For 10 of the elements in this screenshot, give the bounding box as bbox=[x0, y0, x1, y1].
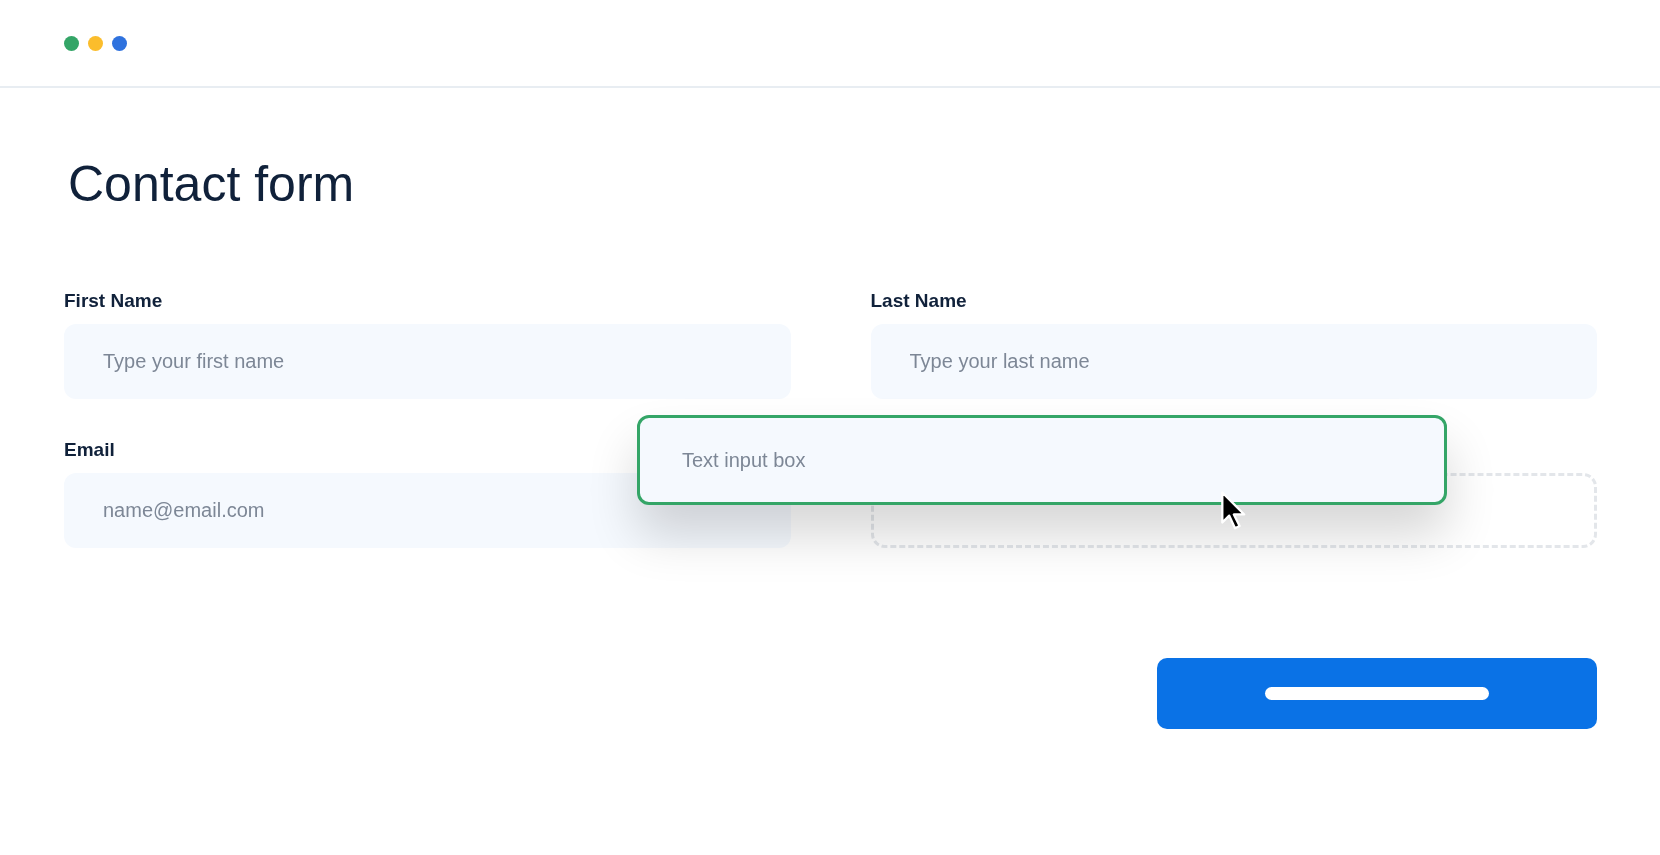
input-field[interactable]: Text input box bbox=[637, 415, 1447, 505]
input-field[interactable]: Type your first name bbox=[64, 324, 791, 399]
submit-button[interactable] bbox=[1157, 658, 1597, 729]
field-label: Last Name bbox=[870, 290, 967, 312]
input-field[interactable]: name@email.com bbox=[64, 473, 791, 548]
page-title: Contact form bbox=[68, 156, 356, 212]
field-label: Email bbox=[64, 439, 115, 461]
input-field[interactable]: Type your last name bbox=[870, 324, 1597, 399]
field-label: First Name bbox=[64, 290, 163, 312]
text-bar-icon bbox=[1265, 687, 1489, 700]
